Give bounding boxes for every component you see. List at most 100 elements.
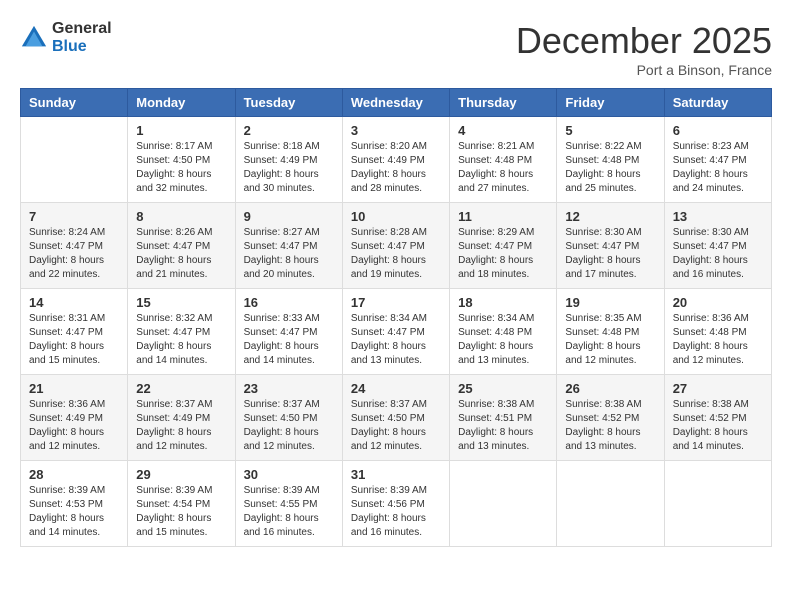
- calendar-cell: 24 Sunrise: 8:37 AMSunset: 4:50 PMDayligh…: [342, 375, 449, 461]
- calendar-cell: 27Sunrise: 8:38 AMSunset: 4:52 PMDayligh…: [664, 375, 771, 461]
- calendar-cell: 29 Sunrise: 8:39 AMSunset: 4:54 PMDayligh…: [128, 461, 235, 547]
- day-number: 9: [244, 209, 334, 224]
- day-number: 7: [29, 209, 119, 224]
- calendar-header-row: SundayMondayTuesdayWednesdayThursdayFrid…: [21, 89, 772, 117]
- day-number: 31: [351, 467, 441, 482]
- calendar-cell: 2Sunrise: 8:18 AMSunset: 4:49 PMDaylight…: [235, 117, 342, 203]
- cell-info: Sunrise: 8:17 AMSunset: 4:50 PMDaylight:…: [136, 140, 226, 196]
- cell-info: Sunrise: 8:39 AMSunset: 4:54 PMDaylight:…: [136, 484, 226, 540]
- calendar-week-row: 28 Sunrise: 8:39 AMSunset: 4:53 PMDayligh…: [21, 461, 772, 547]
- day-number: 25: [458, 381, 548, 396]
- cell-info: Sunrise: 8:31 AMSunset: 4:47 PMDaylight:…: [29, 312, 119, 368]
- calendar-cell: 14 Sunrise: 8:31 AMSunset: 4:47 PMDayligh…: [21, 289, 128, 375]
- logo-blue: Blue: [52, 38, 87, 55]
- cell-info: Sunrise: 8:39 AMSunset: 4:53 PMDaylight:…: [29, 484, 119, 540]
- calendar-cell: 25 Sunrise: 8:38 AMSunset: 4:51 PMDayligh…: [450, 375, 557, 461]
- calendar-week-row: 1Sunrise: 8:17 AMSunset: 4:50 PMDaylight…: [21, 117, 772, 203]
- cell-info: Sunrise: 8:32 AMSunset: 4:47 PMDaylight:…: [136, 312, 226, 368]
- cell-info: Sunrise: 8:24 AMSunset: 4:47 PMDaylight:…: [29, 226, 119, 282]
- day-number: 28: [29, 467, 119, 482]
- day-header-monday: Monday: [128, 89, 235, 117]
- calendar-cell: [450, 461, 557, 547]
- cell-info: Sunrise: 8:38 AMSunset: 4:51 PMDaylight:…: [458, 398, 548, 454]
- cell-info: Sunrise: 8:20 AMSunset: 4:49 PMDaylight:…: [351, 140, 441, 196]
- day-number: 23: [244, 381, 334, 396]
- cell-info: Sunrise: 8:34 AMSunset: 4:47 PMDaylight:…: [351, 312, 441, 368]
- day-number: 5: [565, 123, 655, 138]
- day-number: 15: [136, 295, 226, 310]
- day-number: 18: [458, 295, 548, 310]
- day-number: 19: [565, 295, 655, 310]
- cell-info: Sunrise: 8:22 AMSunset: 4:48 PMDaylight:…: [565, 140, 655, 196]
- day-number: 14: [29, 295, 119, 310]
- calendar-cell: 18Sunrise: 8:34 AMSunset: 4:48 PMDayligh…: [450, 289, 557, 375]
- cell-info: Sunrise: 8:39 AMSunset: 4:55 PMDaylight:…: [244, 484, 334, 540]
- calendar-cell: 31Sunrise: 8:39 AMSunset: 4:56 PMDayligh…: [342, 461, 449, 547]
- calendar-cell: 17Sunrise: 8:34 AMSunset: 4:47 PMDayligh…: [342, 289, 449, 375]
- cell-info: Sunrise: 8:30 AMSunset: 4:47 PMDaylight:…: [673, 226, 763, 282]
- day-number: 10: [351, 209, 441, 224]
- calendar-cell: 13 Sunrise: 8:30 AMSunset: 4:47 PMDayligh…: [664, 203, 771, 289]
- calendar-table: SundayMondayTuesdayWednesdayThursdayFrid…: [20, 88, 772, 547]
- cell-info: Sunrise: 8:37 AMSunset: 4:50 PMDaylight:…: [244, 398, 334, 454]
- calendar-cell: 11Sunrise: 8:29 AMSunset: 4:47 PMDayligh…: [450, 203, 557, 289]
- calendar-cell: 28 Sunrise: 8:39 AMSunset: 4:53 PMDayligh…: [21, 461, 128, 547]
- cell-info: Sunrise: 8:23 AMSunset: 4:47 PMDaylight:…: [673, 140, 763, 196]
- day-header-friday: Friday: [557, 89, 664, 117]
- cell-info: Sunrise: 8:18 AMSunset: 4:49 PMDaylight:…: [244, 140, 334, 196]
- title-block: December 2025 Port a Binson, France: [516, 20, 772, 78]
- day-number: 6: [673, 123, 763, 138]
- calendar-cell: 16Sunrise: 8:33 AMSunset: 4:47 PMDayligh…: [235, 289, 342, 375]
- calendar-cell: 4Sunrise: 8:21 AMSunset: 4:48 PMDaylight…: [450, 117, 557, 203]
- cell-info: Sunrise: 8:37 AMSunset: 4:50 PMDaylight:…: [351, 398, 441, 454]
- cell-info: Sunrise: 8:36 AMSunset: 4:48 PMDaylight:…: [673, 312, 763, 368]
- calendar-cell: 10 Sunrise: 8:28 AMSunset: 4:47 PMDayligh…: [342, 203, 449, 289]
- calendar-cell: 19 Sunrise: 8:35 AMSunset: 4:48 PMDayligh…: [557, 289, 664, 375]
- calendar-cell: 21 Sunrise: 8:36 AMSunset: 4:49 PMDayligh…: [21, 375, 128, 461]
- day-number: 8: [136, 209, 226, 224]
- cell-info: Sunrise: 8:35 AMSunset: 4:48 PMDaylight:…: [565, 312, 655, 368]
- day-number: 24: [351, 381, 441, 396]
- day-header-wednesday: Wednesday: [342, 89, 449, 117]
- logo-text: General Blue: [52, 20, 112, 56]
- cell-info: Sunrise: 8:27 AMSunset: 4:47 PMDaylight:…: [244, 226, 334, 282]
- day-header-tuesday: Tuesday: [235, 89, 342, 117]
- day-number: 20: [673, 295, 763, 310]
- day-number: 29: [136, 467, 226, 482]
- calendar-cell: 5 Sunrise: 8:22 AMSunset: 4:48 PMDaylight…: [557, 117, 664, 203]
- calendar-cell: 20 Sunrise: 8:36 AMSunset: 4:48 PMDayligh…: [664, 289, 771, 375]
- calendar-cell: 7 Sunrise: 8:24 AMSunset: 4:47 PMDaylight…: [21, 203, 128, 289]
- calendar-cell: 1Sunrise: 8:17 AMSunset: 4:50 PMDaylight…: [128, 117, 235, 203]
- cell-info: Sunrise: 8:38 AMSunset: 4:52 PMDaylight:…: [673, 398, 763, 454]
- day-number: 13: [673, 209, 763, 224]
- calendar-cell: 9 Sunrise: 8:27 AMSunset: 4:47 PMDaylight…: [235, 203, 342, 289]
- cell-info: Sunrise: 8:28 AMSunset: 4:47 PMDaylight:…: [351, 226, 441, 282]
- calendar-cell: 26Sunrise: 8:38 AMSunset: 4:52 PMDayligh…: [557, 375, 664, 461]
- calendar-week-row: 7 Sunrise: 8:24 AMSunset: 4:47 PMDaylight…: [21, 203, 772, 289]
- calendar-cell: 8 Sunrise: 8:26 AMSunset: 4:47 PMDaylight…: [128, 203, 235, 289]
- cell-info: Sunrise: 8:30 AMSunset: 4:47 PMDaylight:…: [565, 226, 655, 282]
- day-number: 21: [29, 381, 119, 396]
- day-number: 12: [565, 209, 655, 224]
- logo-icon: [20, 24, 48, 52]
- calendar-cell: 12 Sunrise: 8:30 AMSunset: 4:47 PMDayligh…: [557, 203, 664, 289]
- calendar-cell: 15 Sunrise: 8:32 AMSunset: 4:47 PMDayligh…: [128, 289, 235, 375]
- calendar-cell: [557, 461, 664, 547]
- cell-info: Sunrise: 8:29 AMSunset: 4:47 PMDaylight:…: [458, 226, 548, 282]
- day-header-sunday: Sunday: [21, 89, 128, 117]
- calendar-cell: [21, 117, 128, 203]
- cell-info: Sunrise: 8:36 AMSunset: 4:49 PMDaylight:…: [29, 398, 119, 454]
- day-number: 30: [244, 467, 334, 482]
- cell-info: Sunrise: 8:33 AMSunset: 4:47 PMDaylight:…: [244, 312, 334, 368]
- page-header: General Blue December 2025 Port a Binson…: [20, 20, 772, 78]
- day-header-saturday: Saturday: [664, 89, 771, 117]
- month-title: December 2025: [516, 20, 772, 62]
- day-number: 3: [351, 123, 441, 138]
- day-number: 22: [136, 381, 226, 396]
- day-number: 4: [458, 123, 548, 138]
- calendar-cell: [664, 461, 771, 547]
- calendar-cell: 3 Sunrise: 8:20 AMSunset: 4:49 PMDaylight…: [342, 117, 449, 203]
- calendar-cell: 23 Sunrise: 8:37 AMSunset: 4:50 PMDayligh…: [235, 375, 342, 461]
- calendar-week-row: 21 Sunrise: 8:36 AMSunset: 4:49 PMDayligh…: [21, 375, 772, 461]
- cell-info: Sunrise: 8:26 AMSunset: 4:47 PMDaylight:…: [136, 226, 226, 282]
